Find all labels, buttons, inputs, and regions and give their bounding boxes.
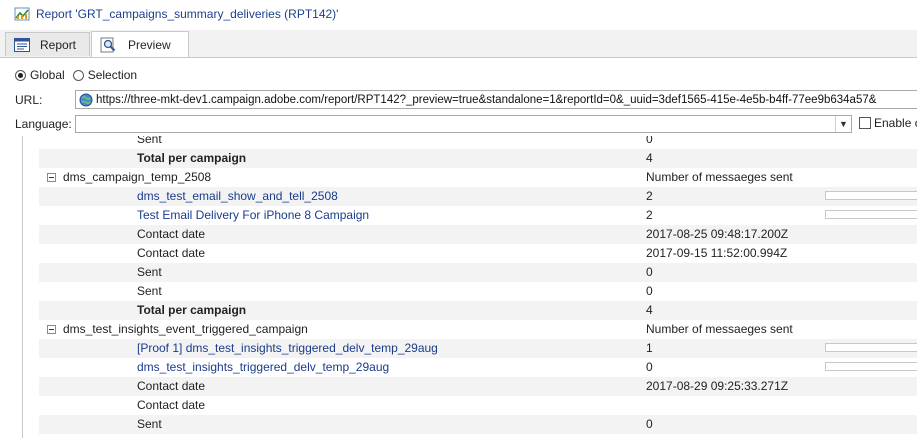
group-header-row: dms_test_insights_event_triggered_campai… <box>39 320 917 340</box>
url-field[interactable]: https://three-mkt-dev1.campaign.adobe.co… <box>75 90 917 109</box>
total-label: Total per campaign <box>137 151 247 165</box>
window-titlebar: Report 'GRT_campaigns_summary_deliveries… <box>0 0 917 28</box>
detail-row: Sent 0 <box>39 415 917 434</box>
language-select[interactable]: ▼ <box>75 115 852 133</box>
url-value: https://three-mkt-dev1.campaign.adobe.co… <box>96 93 877 106</box>
row-value: 0 <box>646 265 653 279</box>
column-header: Number of messaeges sent <box>646 322 793 336</box>
delivery-link[interactable]: Test Email Delivery For iPhone 8 Campaig… <box>137 208 369 222</box>
row-label: Sent <box>137 265 162 279</box>
selection-radio[interactable] <box>72 69 84 81</box>
column-header: Number of messaeges sent <box>646 170 793 184</box>
global-radio[interactable] <box>15 69 26 81</box>
scope-radio-group: Global Selection <box>15 68 145 82</box>
globe-icon <box>79 93 93 107</box>
row-value: 0 <box>646 360 653 374</box>
language-label: Language: <box>15 117 72 131</box>
row-label: Sent <box>137 136 162 146</box>
selection-radio-label: Selection <box>87 68 138 82</box>
enable-checkbox-label: Enable c <box>874 116 917 130</box>
global-radio-label: Global <box>30 68 65 82</box>
preview-panel: Global Selection URL: https://three-mkt-… <box>0 58 917 438</box>
total-row: Total per campaign 4 <box>39 149 917 168</box>
total-row: Total per campaign 4 <box>39 301 917 320</box>
delivery-row: Test Email Delivery For iPhone 8 Campaig… <box>39 206 917 225</box>
url-label: URL: <box>15 93 43 107</box>
row-value: 2 <box>646 208 653 222</box>
collapse-toggle-icon[interactable] <box>47 173 56 182</box>
campaign-name: dms_campaign_temp_2508 <box>63 170 212 184</box>
detail-row: Contact date 2017-08-25 09:48:17.200Z <box>39 225 917 244</box>
campaign-name: dms_test_insights_event_triggered_campai… <box>63 322 308 336</box>
row-value: 4 <box>646 151 653 165</box>
delivery-row: dms_test_email_show_and_tell_2508 2 <box>39 187 917 206</box>
detail-row: Contact date <box>39 396 917 415</box>
row-label: Sent <box>137 284 162 298</box>
row-value: 4 <box>646 303 653 317</box>
detail-row: Sent 0 <box>39 263 917 282</box>
row-value: 0 <box>646 417 653 431</box>
delivery-link[interactable]: [Proof 1] dms_test_insights_triggered_de… <box>137 341 438 355</box>
count-bar <box>825 191 917 200</box>
report-form-icon <box>14 37 30 52</box>
detail-row: Contact date 2017-08-29 09:25:33.271Z <box>39 377 917 396</box>
delivery-link[interactable]: dms_test_email_show_and_tell_2508 <box>137 189 338 203</box>
detail-row: Sent 0 <box>39 282 917 301</box>
detail-row: Sent 0 <box>39 136 917 149</box>
delivery-link[interactable]: dms_test_insights_triggered_delv_temp_29… <box>137 360 389 374</box>
magnifier-icon <box>100 37 118 53</box>
row-label: Contact date <box>137 398 206 412</box>
count-bar <box>825 210 917 219</box>
row-value: 1 <box>646 341 653 355</box>
group-header-row: dms_campaign_temp_2508 Number of messaege… <box>39 168 917 188</box>
window-title: Report 'GRT_campaigns_summary_deliveries… <box>36 7 339 21</box>
row-value: 2017-08-29 09:25:33.271Z <box>646 379 789 393</box>
row-label: Contact date <box>137 227 206 241</box>
tab-preview-label: Preview <box>128 37 171 52</box>
total-label: Total per campaign <box>137 303 247 317</box>
row-label: Contact date <box>137 379 206 393</box>
tab-report-label: Report <box>40 37 77 52</box>
row-value: 2017-09-15 11:52:00.994Z <box>646 246 788 260</box>
count-bar <box>825 343 917 352</box>
report-preview: Sent 0 Total per campaign 4 dms_campaign_tem… <box>22 136 917 438</box>
collapse-toggle-icon[interactable] <box>47 325 56 334</box>
chevron-down-icon[interactable]: ▼ <box>835 116 851 132</box>
enable-checkbox-group: Enable c <box>859 116 917 130</box>
row-label: Sent <box>137 417 162 431</box>
row-value: 0 <box>646 136 653 146</box>
row-value: 2017-08-25 09:48:17.200Z <box>646 227 789 241</box>
tab-strip: Report Preview <box>0 30 917 58</box>
delivery-row: dms_test_insights_triggered_delv_temp_29… <box>39 358 917 377</box>
count-bar <box>825 362 917 371</box>
detail-row: Contact date 2017-09-15 11:52:00.994Z <box>39 244 917 263</box>
tab-report[interactable]: Report <box>5 32 90 56</box>
enable-checkbox[interactable] <box>859 117 871 129</box>
report-chart-icon <box>14 6 30 22</box>
row-label: Contact date <box>137 246 206 260</box>
tab-preview[interactable]: Preview <box>91 31 189 57</box>
delivery-row: [Proof 1] dms_test_insights_triggered_de… <box>39 339 917 358</box>
row-value: 0 <box>646 284 653 298</box>
row-value: 2 <box>646 189 653 203</box>
